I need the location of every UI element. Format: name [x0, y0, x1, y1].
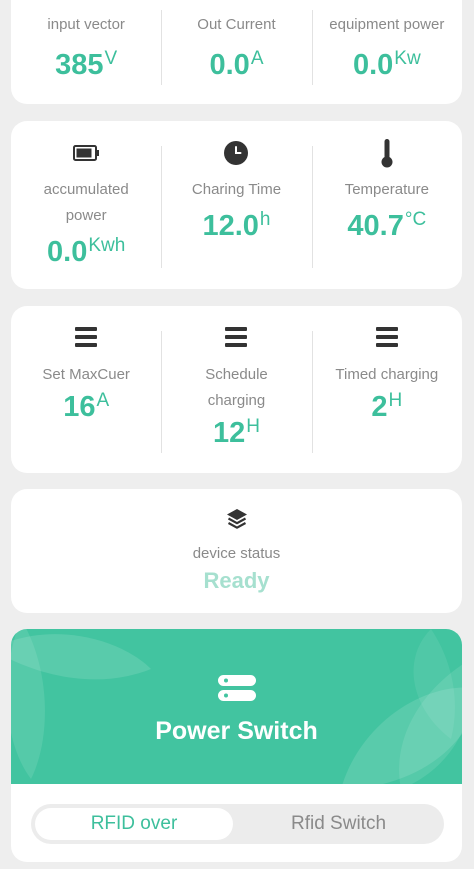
input-voltage-stat: input vector 385V — [11, 0, 161, 104]
stat-value: 385V — [55, 48, 118, 81]
schedule-charging-setting[interactable]: Schedule charging 12H — [161, 306, 311, 473]
stat-label: Charing Time — [191, 181, 282, 198]
rfid-toggle[interactable]: RFID over Rfid Switch — [31, 804, 444, 844]
power-switch-button[interactable]: Power Switch — [11, 629, 462, 784]
settings-card: Set MaxCuer 16A Schedule charging 12H Ti… — [11, 306, 462, 473]
stat-value: 0.0A — [209, 48, 264, 81]
clock-icon — [224, 137, 249, 169]
charging-metrics-card: accumulated power 0.0Kwh Charing Time 12… — [11, 121, 462, 289]
set-max-current-setting[interactable]: Set MaxCuer 16A — [11, 306, 161, 473]
stat-value: 40.7°C — [347, 209, 427, 242]
setting-label: Schedule charging — [205, 366, 268, 409]
device-status-label: device status — [192, 545, 281, 562]
setting-label: Timed charging — [335, 366, 439, 383]
leaf-pattern — [11, 629, 462, 784]
power-switch-card: Power Switch RFID over Rfid Switch — [11, 629, 462, 862]
device-status-card: device status Ready — [11, 489, 462, 613]
accumulated-power-stat: accumulated power 0.0Kwh — [11, 121, 161, 289]
timed-charging-setting[interactable]: Timed charging 2H — [311, 306, 462, 473]
stat-label: equipment power — [329, 16, 445, 33]
setting-value: 12H — [212, 416, 260, 449]
rfid-switch-option[interactable]: Rfid Switch — [237, 808, 440, 840]
switch-icon — [218, 675, 256, 703]
battery-icon — [72, 137, 100, 169]
layers-icon — [225, 503, 249, 535]
setting-value: 2H — [371, 390, 403, 423]
stat-value: 12.0h — [202, 209, 271, 242]
rfid-over-option[interactable]: RFID over — [35, 808, 233, 840]
device-status-value: Ready — [203, 568, 270, 593]
setting-value: 16A — [63, 390, 110, 423]
equipment-power-stat: equipment power 0.0Kw — [311, 0, 462, 104]
charging-time-stat: Charing Time 12.0h — [161, 121, 311, 289]
menu-icon — [225, 321, 248, 353]
out-current-stat: Out Current 0.0A — [161, 0, 311, 104]
stat-label: Temperature — [344, 181, 429, 198]
metrics-card: input vector 385V Out Current 0.0A equip… — [11, 0, 462, 104]
stat-value: 0.0Kwh — [47, 235, 126, 268]
thermometer-icon — [380, 137, 394, 169]
power-switch-title: Power Switch — [155, 717, 318, 745]
stat-value: 0.0Kw — [352, 48, 421, 81]
menu-icon — [375, 321, 398, 353]
menu-icon — [75, 321, 98, 353]
temperature-stat: Temperature 40.7°C — [311, 121, 462, 289]
setting-label: Set MaxCuer — [42, 366, 130, 383]
stat-label: accumulated power — [43, 181, 129, 224]
stat-label: Out Current — [197, 16, 276, 33]
stat-label: input vector — [47, 16, 125, 33]
